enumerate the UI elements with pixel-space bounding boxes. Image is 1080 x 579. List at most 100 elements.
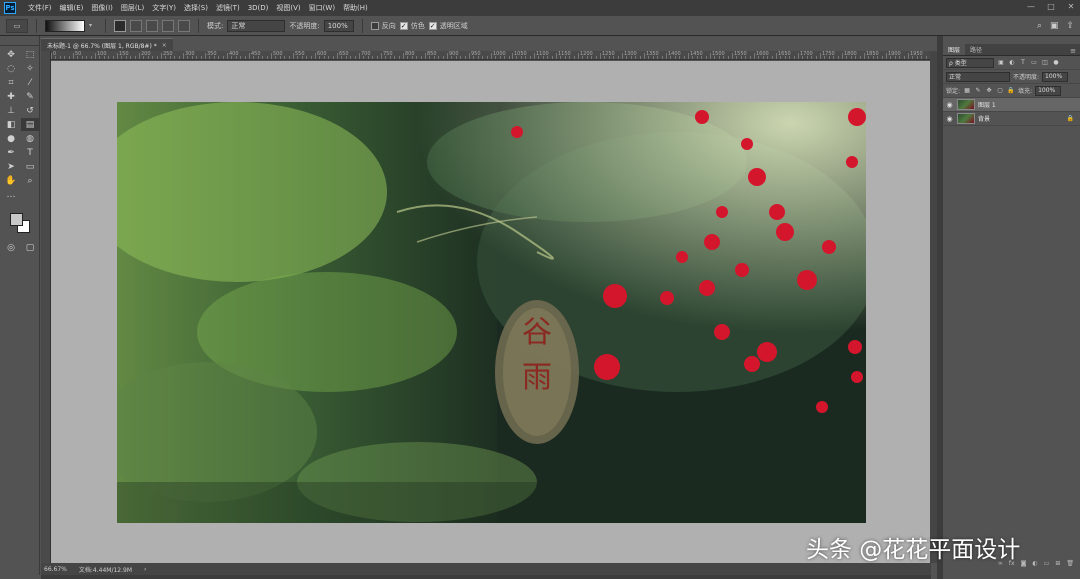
opacity-input[interactable]: 100% bbox=[323, 19, 354, 32]
layer-row[interactable]: ◉ 图层 1 bbox=[943, 98, 1080, 112]
dither-option[interactable]: ✓ 仿色 bbox=[399, 21, 425, 31]
panel-grip[interactable] bbox=[0, 36, 39, 46]
lock-transparent-icon[interactable]: ▦ bbox=[963, 87, 971, 95]
adjustment-filter-icon[interactable]: ◐ bbox=[1008, 59, 1016, 67]
layer-name[interactable]: 图层 1 bbox=[978, 100, 1078, 109]
marquee-tool-icon[interactable]: ⬚ bbox=[21, 48, 39, 61]
linear-gradient-button[interactable] bbox=[114, 19, 126, 32]
gradient-editor-swatch[interactable] bbox=[45, 19, 85, 32]
layer-filter-select[interactable]: ρ 类型 bbox=[946, 57, 994, 68]
path-selection-tool-icon[interactable]: ➤ bbox=[2, 160, 20, 173]
canvas-area[interactable]: 谷 雨 bbox=[51, 61, 930, 563]
blur-tool-icon[interactable]: ● bbox=[2, 132, 20, 145]
horizontal-ruler[interactable]: 0 50 100 150 200 250 300 350 400 450 500 550 600 650 7… bbox=[51, 51, 930, 60]
menu-window[interactable]: 窗口(W) bbox=[305, 3, 339, 13]
menu-view[interactable]: 视图(V) bbox=[272, 3, 304, 13]
gradient-tool-icon[interactable]: ▤ bbox=[21, 118, 39, 131]
quick-mask-icon[interactable]: ◎ bbox=[2, 241, 20, 254]
menu-type[interactable]: 文字(Y) bbox=[148, 3, 180, 13]
lock-all-icon[interactable]: 🔒 bbox=[1007, 87, 1015, 95]
healing-brush-tool-icon[interactable]: ✚ bbox=[2, 90, 20, 103]
eye-icon[interactable]: ◉ bbox=[945, 101, 954, 109]
history-brush-tool-icon[interactable]: ↺ bbox=[21, 104, 39, 117]
eyedropper-tool-icon[interactable]: ⁄ bbox=[21, 76, 39, 89]
fill-input[interactable]: 100% bbox=[1035, 85, 1062, 96]
share-icon[interactable]: ⇪ bbox=[1066, 21, 1074, 31]
close-window-button[interactable]: ✕ bbox=[1066, 2, 1076, 12]
ruler-minor-tick bbox=[372, 56, 373, 59]
zoom-level[interactable]: 66.67% bbox=[44, 566, 67, 573]
lock-artboard-icon[interactable]: ▢ bbox=[996, 87, 1004, 95]
search-icon[interactable]: ⌕ bbox=[1037, 21, 1042, 31]
minimize-button[interactable]: — bbox=[1026, 2, 1036, 12]
delete-layer-icon[interactable]: 🗑 bbox=[1066, 560, 1074, 567]
menu-layer[interactable]: 图层(L) bbox=[117, 3, 148, 13]
document-tab[interactable]: 未标题-1 @ 66.7% (图层 1, RGB/8#) * × bbox=[41, 38, 173, 51]
magic-wand-tool-icon[interactable]: ✧ bbox=[21, 62, 39, 75]
reflected-gradient-button[interactable] bbox=[162, 19, 174, 32]
add-mask-icon[interactable]: ◙ bbox=[1021, 560, 1027, 567]
crop-tool-icon[interactable]: ⌗ bbox=[2, 76, 20, 89]
blend-mode-select[interactable]: 正常 bbox=[946, 71, 1010, 82]
close-icon[interactable]: × bbox=[162, 42, 167, 49]
pen-tool-icon[interactable]: ✒ bbox=[2, 146, 20, 159]
shape-filter-icon[interactable]: ▭ bbox=[1030, 59, 1038, 67]
horizontal-scrollbar[interactable] bbox=[41, 575, 931, 579]
lasso-tool-icon[interactable]: ◌ bbox=[2, 62, 20, 75]
chevron-down-icon[interactable]: ▾ bbox=[89, 20, 97, 32]
radial-gradient-button[interactable] bbox=[130, 19, 142, 32]
transparency-checkbox[interactable]: ✓ bbox=[428, 21, 437, 30]
menu-image[interactable]: 图像(I) bbox=[87, 3, 117, 13]
layer-row[interactable]: ◉ 背景 🔒 bbox=[943, 112, 1080, 126]
eye-icon[interactable]: ◉ bbox=[945, 115, 954, 123]
menu-edit[interactable]: 编辑(E) bbox=[56, 3, 88, 13]
menu-file[interactable]: 文件(F) bbox=[24, 3, 56, 13]
tab-paths[interactable]: 路径 bbox=[965, 44, 987, 55]
type-tool-icon[interactable]: T bbox=[21, 146, 39, 159]
eraser-tool-icon[interactable]: ◧ bbox=[2, 118, 20, 131]
foreground-color-swatch[interactable] bbox=[10, 213, 23, 226]
clone-stamp-tool-icon[interactable]: ⊥ bbox=[2, 104, 20, 117]
type-filter-icon[interactable]: T bbox=[1019, 59, 1027, 67]
brush-tool-icon[interactable]: ✎ bbox=[21, 90, 39, 103]
new-group-icon[interactable]: ▭ bbox=[1044, 560, 1050, 567]
dither-checkbox[interactable]: ✓ bbox=[399, 21, 408, 30]
vertical-ruler[interactable] bbox=[41, 51, 51, 563]
lock-image-icon[interactable]: ✎ bbox=[974, 87, 982, 95]
new-layer-icon[interactable]: ⊞ bbox=[1055, 560, 1060, 567]
lock-position-icon[interactable]: ✥ bbox=[985, 87, 993, 95]
mode-select[interactable]: 正常 bbox=[227, 19, 286, 32]
filter-toggle-icon[interactable]: ● bbox=[1052, 59, 1060, 67]
pixel-filter-icon[interactable]: ▣ bbox=[997, 59, 1005, 67]
layer-opacity-input[interactable]: 100% bbox=[1042, 71, 1069, 82]
menu-select[interactable]: 选择(S) bbox=[180, 3, 212, 13]
menu-filter[interactable]: 滤镜(T) bbox=[212, 3, 244, 13]
workspace-icon[interactable]: ▣ bbox=[1050, 21, 1059, 31]
panel-menu-icon[interactable]: ≡ bbox=[1070, 47, 1076, 55]
tool-preset-picker[interactable]: ▭ bbox=[6, 18, 28, 33]
zoom-tool-icon[interactable]: ⌕ bbox=[21, 174, 39, 187]
dodge-tool-icon[interactable]: ◍ bbox=[21, 132, 39, 145]
smart-object-filter-icon[interactable]: ◫ bbox=[1041, 59, 1049, 67]
maximize-button[interactable]: □ bbox=[1046, 2, 1056, 12]
diamond-gradient-button[interactable] bbox=[178, 19, 190, 32]
ruler-minor-tick bbox=[521, 56, 522, 59]
screen-mode-icon[interactable]: ▢ bbox=[21, 241, 39, 254]
move-tool-icon[interactable]: ✥ bbox=[2, 48, 20, 61]
tab-layers[interactable]: 图层 bbox=[943, 44, 966, 55]
transparency-option[interactable]: ✓ 透明区域 bbox=[428, 21, 468, 31]
adjustment-layer-icon[interactable]: ◐ bbox=[1032, 560, 1037, 567]
rectangle-tool-icon[interactable]: ▭ bbox=[21, 160, 39, 173]
angle-gradient-button[interactable] bbox=[146, 19, 158, 32]
canvas-image[interactable]: 谷 雨 bbox=[117, 102, 866, 523]
menu-3d[interactable]: 3D(D) bbox=[244, 4, 273, 12]
more-tools-icon[interactable]: … bbox=[2, 188, 20, 201]
reverse-checkbox[interactable] bbox=[370, 21, 379, 30]
ruler-minor-tick bbox=[126, 56, 127, 59]
status-menu-arrow[interactable]: › bbox=[144, 566, 146, 573]
menu-help[interactable]: 帮助(H) bbox=[339, 3, 372, 13]
reverse-option[interactable]: 反向 bbox=[370, 21, 396, 31]
hand-tool-icon[interactable]: ✋ bbox=[2, 174, 20, 187]
vertical-scrollbar[interactable] bbox=[930, 51, 937, 563]
layer-name[interactable]: 背景 bbox=[978, 114, 1064, 123]
